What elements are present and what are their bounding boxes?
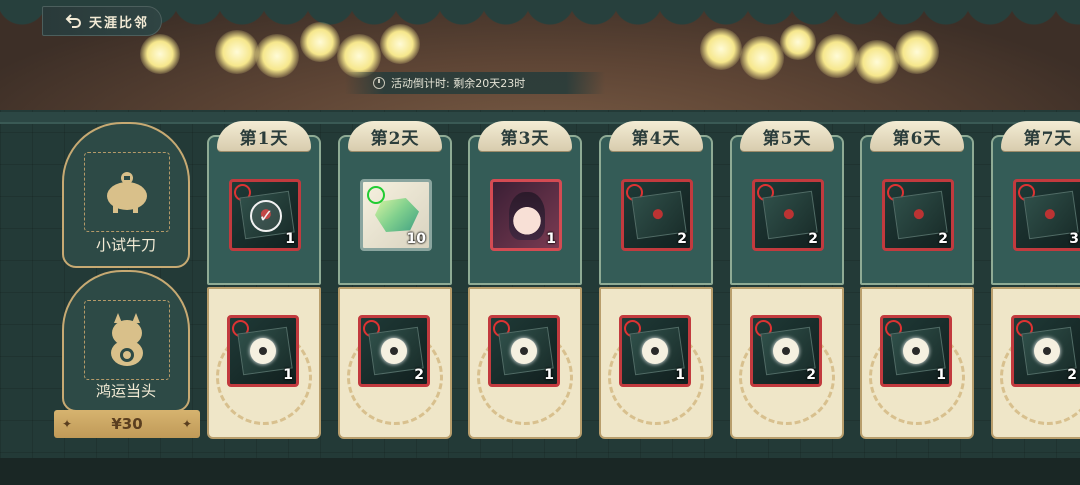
reward-item[interactable]: 1 xyxy=(490,179,562,251)
claimed-check-icon: ✓ xyxy=(250,200,282,232)
reward-item-locked[interactable]: 2 xyxy=(1011,315,1080,387)
light-bulb xyxy=(700,28,742,70)
tier-label: 鸿运当头 xyxy=(95,382,156,400)
jade-gem-icon xyxy=(375,198,419,232)
day-free-slot: 2 xyxy=(860,135,974,285)
currency-badge-icon xyxy=(367,186,385,204)
lock-icon xyxy=(1034,338,1060,364)
reward-item-locked[interactable]: 1 xyxy=(619,315,691,387)
reward-item[interactable]: 2 xyxy=(752,179,824,251)
light-bulb xyxy=(380,24,420,64)
day-label: 第3天 xyxy=(478,121,572,151)
clock-icon xyxy=(373,77,385,89)
day-column-1: ✓ 1 1 第1天 xyxy=(207,121,321,439)
light-bulb xyxy=(140,34,180,74)
light-bulb xyxy=(815,34,859,78)
day-label: 第1天 xyxy=(217,121,311,151)
item-quantity: 1 xyxy=(285,231,295,247)
reward-item[interactable]: 3 xyxy=(1013,179,1080,251)
tier-label: 小试牛刀 xyxy=(95,236,156,254)
day-column-5: 2 2 第5天 xyxy=(730,121,844,439)
day-column-2: 10 2 第2天 xyxy=(338,121,452,439)
reward-item-locked[interactable]: 2 xyxy=(358,315,430,387)
reward-item[interactable]: 2 xyxy=(882,179,954,251)
day-column-6: 2 1 第6天 xyxy=(860,121,974,439)
back-button[interactable]: 天涯比邻 xyxy=(42,6,162,36)
price-label: ¥30 xyxy=(111,415,143,433)
reward-item-locked[interactable]: 1 xyxy=(880,315,952,387)
piggy-bank-icon xyxy=(84,152,170,232)
day-column-4: 2 1 第4天 xyxy=(599,121,713,439)
day-label: 第5天 xyxy=(740,121,834,151)
day-free-slot: 3 xyxy=(991,135,1080,285)
day-free-slot: ✓ 1 xyxy=(207,135,321,285)
event-countdown: 活动倒计时: 剩余20天23时 xyxy=(345,72,605,94)
day-label: 第7天 xyxy=(1001,121,1080,151)
day-label: 第2天 xyxy=(348,121,442,151)
light-bulb xyxy=(300,22,340,62)
lucky-cat-icon xyxy=(84,300,170,380)
day-column-3: 1 1 第3天 xyxy=(468,121,582,439)
tier-paid[interactable]: 鸿运当头 xyxy=(62,270,190,412)
lock-icon xyxy=(642,338,668,364)
purchase-price-button[interactable]: ✦ ¥30 ✦ xyxy=(54,410,200,438)
light-bulb xyxy=(255,34,299,78)
item-quantity: 2 xyxy=(938,231,948,247)
lock-icon xyxy=(773,338,799,364)
tier-free[interactable]: 小试牛刀 xyxy=(62,122,190,268)
reward-item-locked[interactable]: 1 xyxy=(227,315,299,387)
light-bulb xyxy=(855,40,899,84)
item-quantity: 2 xyxy=(677,231,687,247)
item-quantity: 1 xyxy=(544,367,554,383)
back-arrow-icon xyxy=(65,13,83,29)
day-label: 第6天 xyxy=(870,121,964,151)
light-bulb xyxy=(215,30,259,74)
reward-item-locked[interactable]: 2 xyxy=(750,315,822,387)
item-quantity: 10 xyxy=(406,231,426,247)
item-quantity: 1 xyxy=(546,231,556,247)
item-quantity: 3 xyxy=(1069,231,1079,247)
countdown-text: 活动倒计时: 剩余20天23时 xyxy=(391,77,526,90)
light-bulb xyxy=(740,36,784,80)
reward-item-claimed[interactable]: ✓ 1 xyxy=(229,179,301,251)
light-bulb xyxy=(895,30,939,74)
item-quantity: 2 xyxy=(1067,367,1077,383)
item-quantity: 1 xyxy=(283,367,293,383)
item-quantity: 2 xyxy=(808,231,818,247)
day-free-slot: 2 xyxy=(730,135,844,285)
day-free-slot: 2 xyxy=(599,135,713,285)
light-bulb xyxy=(780,24,816,60)
day-column-7: 3 2 第7天 xyxy=(991,121,1080,439)
reward-item-locked[interactable]: 1 xyxy=(488,315,560,387)
lock-icon xyxy=(903,338,929,364)
item-quantity: 1 xyxy=(936,367,946,383)
back-button-label: 天涯比邻 xyxy=(89,15,150,31)
lock-icon xyxy=(381,338,407,364)
lock-icon xyxy=(511,338,537,364)
bottom-strip xyxy=(0,458,1080,485)
day-label: 第4天 xyxy=(609,121,703,151)
day-free-slot: 10 xyxy=(338,135,452,285)
lock-icon xyxy=(250,338,276,364)
sparkle-icon: ✦ xyxy=(181,417,192,431)
reward-item[interactable]: 2 xyxy=(621,179,693,251)
day-free-slot: 1 xyxy=(468,135,582,285)
character-portrait-icon xyxy=(509,192,545,240)
reward-item[interactable]: 10 xyxy=(360,179,432,251)
sparkle-icon: ✦ xyxy=(62,417,73,431)
item-quantity: 2 xyxy=(414,367,424,383)
item-quantity: 2 xyxy=(806,367,816,383)
item-quantity: 1 xyxy=(675,367,685,383)
